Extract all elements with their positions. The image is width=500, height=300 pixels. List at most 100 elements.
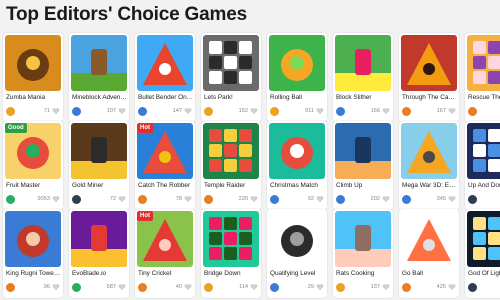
developer-avatar[interactable] bbox=[6, 283, 15, 292]
developer-avatar[interactable] bbox=[468, 283, 477, 292]
game-title[interactable]: Zumba Mania bbox=[6, 94, 62, 102]
game-title[interactable]: Qualifying Level bbox=[270, 270, 326, 278]
developer-avatar[interactable] bbox=[402, 107, 411, 116]
game-card-bullet-bender-online[interactable]: Bullet Bender Online 147 bbox=[135, 33, 195, 122]
game-card-through-the-cave-adventure[interactable]: Through The Cave Adventure 167 bbox=[399, 33, 459, 122]
game-title[interactable]: Rats Cooking bbox=[336, 270, 392, 278]
heart-icon[interactable] bbox=[382, 107, 390, 115]
heart-icon[interactable] bbox=[118, 107, 126, 115]
heart-icon[interactable] bbox=[448, 283, 456, 291]
developer-avatar[interactable] bbox=[468, 195, 477, 204]
game-title[interactable]: Fruit Master bbox=[6, 182, 62, 190]
game-title[interactable]: Through The Cave Adventure bbox=[402, 94, 458, 102]
developer-avatar[interactable] bbox=[204, 195, 213, 204]
game-card-fruit-master[interactable]: Good Fruit Master 9053 bbox=[3, 121, 63, 210]
game-card-go-ball[interactable]: Go Ball 425 bbox=[399, 209, 459, 298]
developer-avatar[interactable] bbox=[6, 107, 15, 116]
game-card-god-of-light[interactable]: God Of Light bbox=[465, 209, 500, 298]
game-card-tiny-cricket[interactable]: Hot Tiny Cricket 40 bbox=[135, 209, 195, 298]
game-title[interactable]: EvoBlade.io bbox=[72, 270, 128, 278]
developer-avatar[interactable] bbox=[204, 283, 213, 292]
heart-icon[interactable] bbox=[250, 195, 258, 203]
heart-icon[interactable] bbox=[382, 195, 390, 203]
game-card-lets-park[interactable]: Lets Park! 152 bbox=[201, 33, 261, 122]
developer-avatar[interactable] bbox=[270, 283, 279, 292]
game-card-mineblock-adventure[interactable]: Mineblock Adventure 107 bbox=[69, 33, 129, 122]
game-title[interactable]: Lets Park! bbox=[204, 94, 260, 102]
game-thumbnail[interactable] bbox=[467, 123, 500, 179]
heart-icon[interactable] bbox=[184, 107, 192, 115]
game-thumbnail[interactable] bbox=[203, 123, 259, 179]
game-title[interactable]: King Rugni Tower Defense bbox=[6, 270, 62, 278]
developer-avatar[interactable] bbox=[402, 283, 411, 292]
heart-icon[interactable] bbox=[52, 283, 60, 291]
heart-icon[interactable] bbox=[184, 195, 192, 203]
game-title[interactable]: Climb Up bbox=[336, 182, 392, 190]
game-thumbnail[interactable] bbox=[269, 35, 325, 91]
heart-icon[interactable] bbox=[448, 107, 456, 115]
game-thumbnail[interactable] bbox=[269, 123, 325, 179]
developer-avatar[interactable] bbox=[138, 107, 147, 116]
game-title[interactable]: Bridge Down bbox=[204, 270, 260, 278]
game-thumbnail[interactable] bbox=[71, 211, 127, 267]
game-title[interactable]: Christmas Match bbox=[270, 182, 326, 190]
developer-avatar[interactable] bbox=[138, 195, 147, 204]
developer-avatar[interactable] bbox=[270, 107, 279, 116]
developer-avatar[interactable] bbox=[72, 195, 81, 204]
game-thumbnail[interactable] bbox=[5, 35, 61, 91]
game-card-qualifying-level[interactable]: Qualifying Level 29 bbox=[267, 209, 327, 298]
game-title[interactable]: Temple Raider bbox=[204, 182, 260, 190]
game-title[interactable]: Go Ball bbox=[402, 270, 458, 278]
developer-avatar[interactable] bbox=[336, 283, 345, 292]
heart-icon[interactable] bbox=[52, 107, 60, 115]
game-title[interactable]: Catch The Robber bbox=[138, 182, 194, 190]
game-title[interactable]: Mega War 3D: Empire Fight bbox=[402, 182, 458, 190]
game-thumbnail[interactable] bbox=[401, 211, 457, 267]
heart-icon[interactable] bbox=[250, 283, 258, 291]
heart-icon[interactable] bbox=[184, 283, 192, 291]
game-thumbnail[interactable] bbox=[335, 123, 391, 179]
game-card-climb-up[interactable]: Climb Up 202 bbox=[333, 121, 393, 210]
developer-avatar[interactable] bbox=[72, 283, 81, 292]
game-card-zumba-mania[interactable]: Zumba Mania 71 bbox=[3, 33, 63, 122]
game-card-king-rugni-tower-defense[interactable]: King Rugni Tower Defense 96 bbox=[3, 209, 63, 298]
heart-icon[interactable] bbox=[316, 283, 324, 291]
game-thumbnail[interactable] bbox=[137, 35, 193, 91]
heart-icon[interactable] bbox=[316, 107, 324, 115]
game-card-block-slither[interactable]: Block Slither 166 bbox=[333, 33, 393, 122]
heart-icon[interactable] bbox=[316, 195, 324, 203]
game-card-catch-the-robber[interactable]: Hot Catch The Robber 78 bbox=[135, 121, 195, 210]
game-card-gold-miner[interactable]: Gold Miner 72 bbox=[69, 121, 129, 210]
game-thumbnail[interactable] bbox=[401, 123, 457, 179]
game-thumbnail[interactable] bbox=[401, 35, 457, 91]
game-thumbnail[interactable] bbox=[203, 35, 259, 91]
game-thumbnail[interactable] bbox=[5, 211, 61, 267]
game-title[interactable]: Block Slither bbox=[336, 94, 392, 102]
game-title[interactable]: Up And Down bbox=[468, 182, 500, 190]
game-title[interactable]: Rolling Ball bbox=[270, 94, 326, 102]
game-thumbnail[interactable] bbox=[203, 211, 259, 267]
game-card-christmas-match[interactable]: Christmas Match 92 bbox=[267, 121, 327, 210]
heart-icon[interactable] bbox=[250, 107, 258, 115]
developer-avatar[interactable] bbox=[468, 107, 477, 116]
game-thumbnail[interactable] bbox=[71, 123, 127, 179]
heart-icon[interactable] bbox=[382, 283, 390, 291]
game-thumbnail[interactable] bbox=[269, 211, 325, 267]
game-card-bridge-down[interactable]: Bridge Down 114 bbox=[201, 209, 261, 298]
developer-avatar[interactable] bbox=[204, 107, 213, 116]
game-title[interactable]: Bullet Bender Online bbox=[138, 94, 194, 102]
developer-avatar[interactable] bbox=[138, 283, 147, 292]
developer-avatar[interactable] bbox=[6, 195, 15, 204]
game-card-rescue-the-girl[interactable]: Rescue The Girl bbox=[465, 33, 500, 122]
game-title[interactable]: Tiny Cricket bbox=[138, 270, 194, 278]
game-title[interactable]: Gold Miner bbox=[72, 182, 128, 190]
developer-avatar[interactable] bbox=[402, 195, 411, 204]
game-thumbnail[interactable] bbox=[335, 35, 391, 91]
heart-icon[interactable] bbox=[448, 195, 456, 203]
developer-avatar[interactable] bbox=[336, 195, 345, 204]
heart-icon[interactable] bbox=[52, 195, 60, 203]
game-card-up-and-down[interactable]: Up And Down bbox=[465, 121, 500, 210]
game-thumbnail[interactable] bbox=[335, 211, 391, 267]
game-thumbnail[interactable] bbox=[71, 35, 127, 91]
developer-avatar[interactable] bbox=[270, 195, 279, 204]
